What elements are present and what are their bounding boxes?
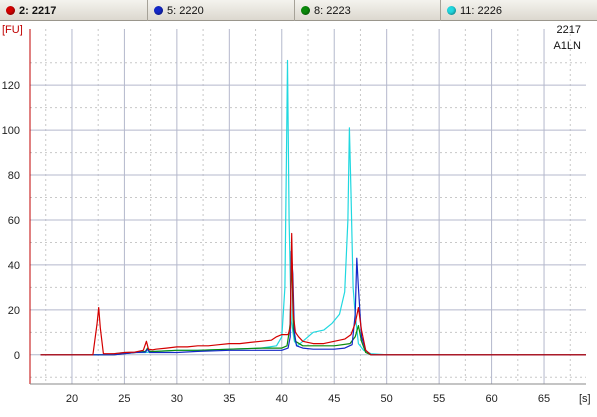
series-line-11-2226 [40,59,586,356]
y-tick-label: 0 [14,350,20,362]
y-axis: 0 20 40 60 80 100 120 [2,29,31,384]
x-tick-label: 35 [223,393,235,405]
series-line-8-2223 [40,250,586,356]
x-unit-label: [s] [579,393,591,405]
cyan-dot-icon [447,6,456,15]
tab-label: 2: 2217 [19,4,57,17]
x-tick-label: 50 [381,393,393,405]
tab-label: 5: 2220 [167,4,204,17]
y-tick-label: 120 [2,80,20,92]
green-dot-icon [301,6,310,15]
x-tick-label: 30 [171,393,183,405]
series-line-2-2217 [40,232,586,356]
x-tick-label: 55 [433,393,445,405]
series-lines [40,59,586,356]
blue-dot-icon [154,6,163,15]
red-dot-icon [6,6,15,15]
tab-label: 11: 2226 [460,4,503,17]
tab-sample-2226[interactable]: 11: 2226 [441,0,597,21]
tab-label: 8: 2223 [314,4,351,17]
y-tick-label: 100 [2,125,20,137]
electropherogram-panel: 0 20 40 60 80 100 120 20 25 30 35 40 45 50 55 60 65 [FU… [0,21,597,417]
x-tick-label: 45 [328,393,340,405]
x-tick-label: 65 [538,393,550,405]
y-tick-label: 20 [8,305,20,317]
y-unit-label: [FU] [2,24,23,36]
x-axis: 20 25 30 35 40 45 50 55 60 65 [30,383,586,405]
y-tick-label: 60 [8,215,20,227]
x-tick-label: 25 [118,393,130,405]
x-tick-label: 60 [485,393,497,405]
x-tick-label: 20 [66,393,78,405]
series-line-5-2220 [40,250,586,356]
y-tick-label: 40 [8,260,20,272]
sample-tab-bar: 2: 2217 5: 2220 8: 2223 11: 2226 [0,0,597,21]
tab-sample-2217[interactable]: 2: 2217 [0,0,148,21]
tab-sample-2220[interactable]: 5: 2220 [148,0,295,21]
x-tick-label: 40 [276,393,288,405]
sample-annotation: 2217 [557,24,581,36]
tab-sample-2223[interactable]: 8: 2223 [295,0,441,21]
electropherogram-chart: 0 20 40 60 80 100 120 20 25 30 35 40 45 50 55 60 65 [FU… [2,24,591,405]
well-annotation: A1LN [553,40,581,52]
y-tick-label: 80 [8,170,20,182]
grid [30,29,586,384]
